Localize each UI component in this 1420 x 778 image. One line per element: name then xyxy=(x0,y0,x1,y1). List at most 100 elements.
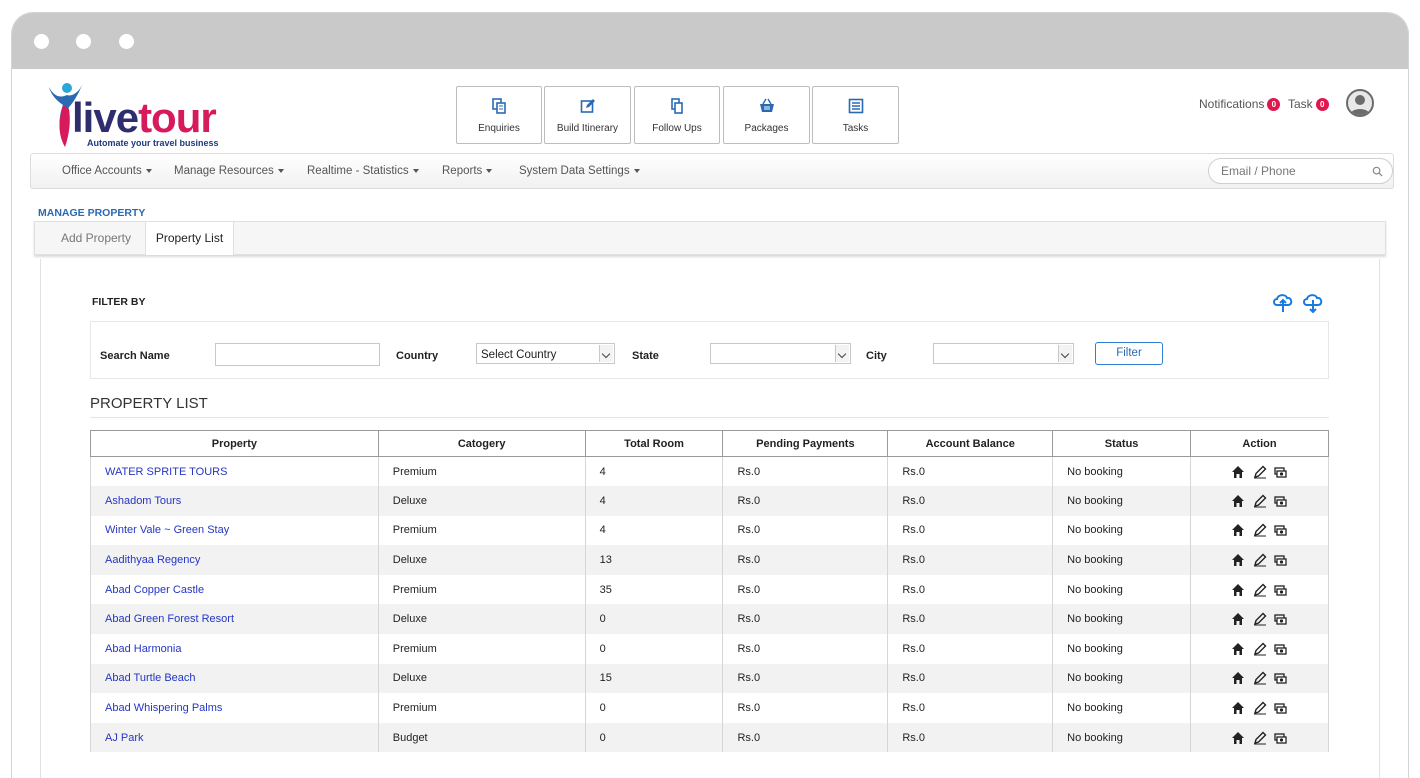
money-icon[interactable] xyxy=(1273,553,1288,567)
property-total-room: 35 xyxy=(584,574,724,605)
property-category: Premium xyxy=(377,456,586,487)
task-label: Task xyxy=(1288,97,1313,111)
property-name-link[interactable]: Winter Vale ~ Green Stay xyxy=(90,515,379,546)
home-icon[interactable] xyxy=(1231,583,1245,597)
pencil-icon[interactable] xyxy=(1253,671,1267,685)
property-actions xyxy=(1190,574,1329,605)
property-actions xyxy=(1190,515,1329,546)
property-status: No booking xyxy=(1052,456,1192,487)
state-select[interactable] xyxy=(710,343,851,364)
home-icon[interactable] xyxy=(1231,612,1245,626)
pencil-icon[interactable] xyxy=(1253,494,1267,508)
cloud-upload-icon[interactable] xyxy=(1272,292,1294,314)
home-icon[interactable] xyxy=(1231,553,1245,567)
brand-wordmark: livetour xyxy=(72,94,217,142)
pencil-icon[interactable] xyxy=(1253,583,1267,597)
pencil-icon[interactable] xyxy=(1253,701,1267,715)
property-name-link[interactable]: AJ Park xyxy=(90,722,379,753)
money-icon[interactable] xyxy=(1273,494,1288,508)
money-icon[interactable] xyxy=(1273,523,1288,537)
tab-add-property[interactable]: Add Property xyxy=(47,222,145,255)
pencil-icon[interactable] xyxy=(1253,553,1267,567)
pencil-icon[interactable] xyxy=(1253,523,1267,537)
quick-packages-button[interactable]: Packages xyxy=(723,86,810,144)
task-link[interactable]: Task 0 xyxy=(1288,97,1329,112)
home-icon[interactable] xyxy=(1231,494,1245,508)
home-icon[interactable] xyxy=(1231,523,1245,537)
property-account-balance: Rs.0 xyxy=(887,456,1054,487)
property-account-balance: Rs.0 xyxy=(887,515,1054,546)
nav-manage-resources[interactable]: Manage Resources xyxy=(174,165,284,177)
divider xyxy=(90,417,1329,418)
property-actions xyxy=(1190,663,1329,694)
col-category: Catogery xyxy=(377,430,586,457)
quick-label: Enquiries xyxy=(478,123,520,134)
property-name-link[interactable]: Abad Whispering Palms xyxy=(90,693,379,723)
pencil-icon[interactable] xyxy=(1253,612,1267,626)
brand-logo[interactable]: livetour Automate your travel business xyxy=(45,79,230,151)
cloud-download-icon[interactable] xyxy=(1302,292,1324,314)
property-name-link[interactable]: Abad Copper Castle xyxy=(90,574,379,605)
city-select[interactable] xyxy=(933,343,1074,364)
user-avatar[interactable] xyxy=(1346,89,1374,117)
home-icon[interactable] xyxy=(1231,701,1245,715)
property-category: Deluxe xyxy=(377,663,586,694)
pencil-icon[interactable] xyxy=(1253,465,1267,479)
home-icon[interactable] xyxy=(1231,642,1245,656)
quick-follow-ups-button[interactable]: Follow Ups xyxy=(634,86,720,144)
nav-reports[interactable]: Reports xyxy=(442,165,493,177)
email-phone-search xyxy=(1208,158,1393,184)
money-icon[interactable] xyxy=(1273,642,1288,656)
table-row: AJ Park Budget 0 Rs.0 Rs.0 No booking xyxy=(90,722,1329,753)
property-account-balance: Rs.0 xyxy=(887,634,1054,664)
property-category: Premium xyxy=(377,515,586,546)
quick-label: Follow Ups xyxy=(652,123,702,134)
nav-office-accounts[interactable]: Office Accounts xyxy=(62,165,152,177)
property-name-link[interactable]: Abad Harmonia xyxy=(90,634,379,664)
search-icon[interactable] xyxy=(1372,166,1383,177)
money-icon[interactable] xyxy=(1273,731,1288,745)
table-row: Winter Vale ~ Green Stay Premium 4 Rs.0 … xyxy=(90,515,1329,546)
property-name-link[interactable]: Abad Turtle Beach xyxy=(90,663,379,694)
property-name-link[interactable]: Abad Green Forest Resort xyxy=(90,604,379,635)
search-name-input[interactable] xyxy=(215,343,380,366)
window-dot-maximize[interactable] xyxy=(119,34,134,49)
property-name-link[interactable]: Ashadom Tours xyxy=(90,486,379,516)
money-icon[interactable] xyxy=(1273,671,1288,685)
notifications-link[interactable]: Notifications 0 xyxy=(1199,97,1281,112)
property-pending-payments: Rs.0 xyxy=(722,663,889,694)
nav-system-data-settings[interactable]: System Data Settings xyxy=(519,165,640,177)
money-icon[interactable] xyxy=(1273,465,1288,479)
money-icon[interactable] xyxy=(1273,701,1288,715)
quick-build-itinerary-button[interactable]: Build Itinerary xyxy=(544,86,631,144)
files-icon xyxy=(671,98,683,114)
app-content: livetour Automate your travel business E… xyxy=(12,69,1408,778)
email-phone-input[interactable] xyxy=(1221,164,1361,178)
country-select[interactable]: Select Country xyxy=(476,343,615,364)
property-total-room: 0 xyxy=(584,693,724,723)
pencil-icon[interactable] xyxy=(1253,642,1267,656)
home-icon[interactable] xyxy=(1231,671,1245,685)
home-icon[interactable] xyxy=(1231,731,1245,745)
quick-enquiries-button[interactable]: Enquiries xyxy=(456,86,542,144)
table-row: Ashadom Tours Deluxe 4 Rs.0 Rs.0 No book… xyxy=(90,486,1329,516)
money-icon[interactable] xyxy=(1273,612,1288,626)
window-dot-close[interactable] xyxy=(34,34,49,49)
window-dot-minimize[interactable] xyxy=(76,34,91,49)
money-icon[interactable] xyxy=(1273,583,1288,597)
home-icon[interactable] xyxy=(1231,465,1245,479)
nav-realtime-statistics[interactable]: Realtime - Statistics xyxy=(307,165,419,177)
quick-tasks-button[interactable]: Tasks xyxy=(812,86,899,144)
tab-property-list[interactable]: Property List xyxy=(145,222,234,255)
main-nav: Office Accounts Manage Resources Realtim… xyxy=(30,153,1394,189)
property-account-balance: Rs.0 xyxy=(887,545,1054,575)
pencil-icon[interactable] xyxy=(1253,731,1267,745)
table-row: Abad Turtle Beach Deluxe 15 Rs.0 Rs.0 No… xyxy=(90,663,1329,694)
property-name-link[interactable]: WATER SPRITE TOURS xyxy=(90,456,379,487)
filter-button[interactable]: Filter xyxy=(1095,342,1163,365)
page-section-title: MANAGE PROPERTY xyxy=(38,207,146,219)
property-status: No booking xyxy=(1052,663,1192,694)
caret-down-icon xyxy=(145,168,152,173)
property-name-link[interactable]: Aadithyaa Regency xyxy=(90,545,379,575)
property-category: Deluxe xyxy=(377,545,586,575)
